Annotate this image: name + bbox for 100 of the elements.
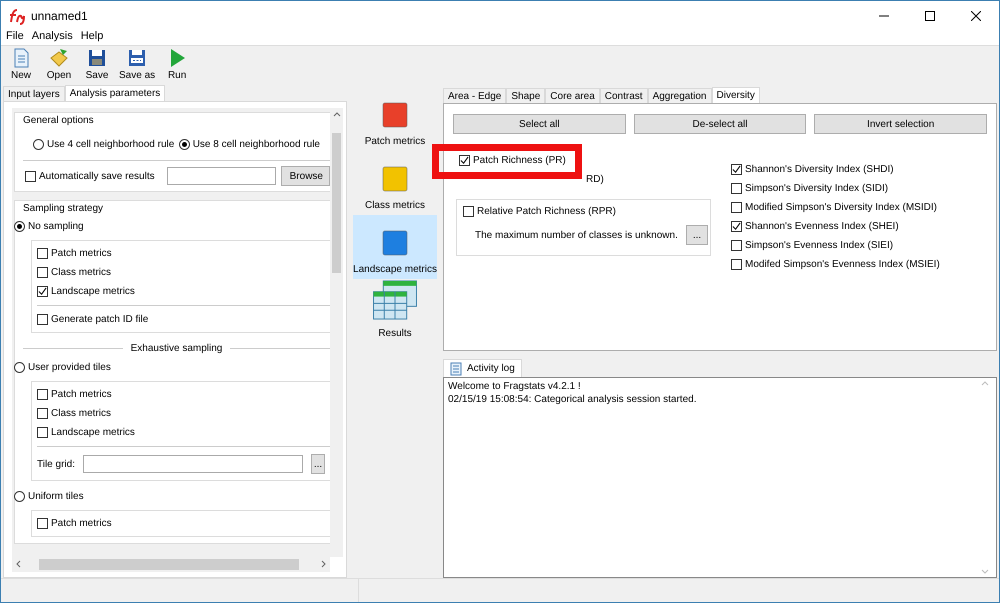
log-line: 02/15/19 15:08:54: Categorical analysis session started. <box>448 393 698 406</box>
tab[interactable]: Area - Edge <box>443 88 506 103</box>
log-line: Welcome to Fragstats v4.2.1 ! <box>448 380 582 393</box>
chevron-right-icon <box>320 560 327 568</box>
radio-button[interactable] <box>33 139 44 150</box>
checkbox-label: Generate patch ID file <box>51 314 148 325</box>
tab[interactable]: Input layers <box>3 86 65 101</box>
app-logo-icon <box>9 6 25 24</box>
checkbox[interactable] <box>25 170 36 182</box>
radio-label: Use 8 cell neighborhood rule <box>192 139 320 150</box>
radio-label: No sampling <box>28 221 84 232</box>
open-icon <box>49 48 69 68</box>
checkbox-label: Simpson's Diversity Index (SIDI) <box>745 183 888 194</box>
checkbox[interactable] <box>37 518 48 529</box>
chevron-up-icon <box>981 380 989 387</box>
checkbox[interactable] <box>459 155 470 166</box>
group-title: General options <box>22 114 95 128</box>
close-icon[interactable] <box>971 10 981 20</box>
tab-label: Activity log <box>467 363 515 374</box>
checkbox-label: Landscape metrics <box>51 427 135 438</box>
tab[interactable]: Activity log <box>443 359 522 377</box>
tab[interactable]: Shape <box>506 88 546 103</box>
checkbox[interactable] <box>37 286 48 297</box>
tab[interactable]: Contrast <box>600 88 648 103</box>
checkbox-label: Patch metrics <box>51 518 112 529</box>
radio-button[interactable] <box>14 491 25 502</box>
checkbox[interactable] <box>731 240 742 251</box>
radio-label: Use 4 cell neighborhood rule <box>47 139 174 150</box>
section-heading: Exhaustive sampling <box>130 343 222 354</box>
toolbar-button[interactable]: Run <box>161 48 194 82</box>
radio-button[interactable] <box>14 362 25 373</box>
checkbox[interactable] <box>37 408 48 419</box>
checkbox[interactable] <box>37 427 48 438</box>
browse-button[interactable]: ... <box>310 454 325 474</box>
toolbar-button[interactable]: Save <box>81 48 113 82</box>
horizontal-scrollbar[interactable] <box>12 557 330 572</box>
nav-item[interactable]: Class metrics <box>353 151 437 215</box>
nav-item[interactable]: Results <box>353 279 437 343</box>
radio-button[interactable] <box>14 221 25 232</box>
chevron-down-icon <box>981 568 989 575</box>
nav-item[interactable]: Landscape metrics <box>353 215 437 279</box>
document-icon <box>450 362 462 376</box>
toolbar-button[interactable]: Save as <box>119 48 156 82</box>
checkbox[interactable] <box>37 389 48 400</box>
checkbox-label: Patch metrics <box>51 389 112 400</box>
checkbox[interactable] <box>731 164 742 175</box>
window-title: unnamed1 <box>31 8 89 22</box>
tab[interactable]: Aggregation <box>648 88 712 103</box>
tab[interactable]: Diversity <box>712 87 760 103</box>
checkbox[interactable] <box>37 267 48 278</box>
selection-button[interactable]: Invert selection <box>814 114 988 134</box>
radio-label: Uniform tiles <box>28 491 84 502</box>
checkbox-label: Patch Richness (PR) <box>473 155 566 166</box>
square-icon <box>382 166 408 192</box>
chevron-up-icon <box>332 111 340 118</box>
tab[interactable]: Analysis parameters <box>64 85 166 101</box>
checkbox-label: Relative Patch Richness (RPR) <box>477 206 616 217</box>
checkbox-label: Landscape metrics <box>51 286 135 297</box>
tile-grid-field[interactable] <box>82 455 303 473</box>
checkbox[interactable] <box>463 206 474 217</box>
menu-item[interactable]: Analysis <box>32 30 73 45</box>
vertical-scrollbar[interactable] <box>330 108 343 557</box>
save-icon <box>87 48 107 68</box>
browse-button[interactable]: Browse <box>280 166 330 186</box>
toolbar-button[interactable]: New <box>5 48 37 82</box>
selection-button[interactable]: De-select all <box>634 114 806 134</box>
maximize-icon[interactable] <box>925 10 935 20</box>
checkbox-label: Shannon's Diversity Index (SHDI) <box>745 164 894 175</box>
group-title: Sampling strategy <box>22 202 104 216</box>
toolbar-button[interactable]: Open <box>43 48 75 82</box>
browse-button[interactable]: ... <box>686 225 708 245</box>
checkbox-label: Automatically save results <box>39 170 155 182</box>
note-text: The maximum number of classes is unknown. <box>475 230 678 240</box>
tab[interactable]: Core area <box>545 88 600 103</box>
checkbox-label: Shannon's Evenness Index (SHEI) <box>745 221 899 232</box>
radio-button[interactable] <box>178 139 190 150</box>
checkbox-label: Class metrics <box>51 267 112 278</box>
selection-button[interactable]: Select all <box>453 114 626 134</box>
field-label: Tile grid: <box>37 458 75 470</box>
checkbox-label: Modified Simpson's Diversity Index (MSIDI) <box>745 202 937 213</box>
checkbox[interactable] <box>731 202 742 213</box>
checkbox-label: Simpson's Evenness Index (SIEI) <box>745 240 894 251</box>
scrollbar-thumb[interactable] <box>332 133 341 273</box>
menu-item[interactable]: File <box>6 30 24 45</box>
checkbox[interactable] <box>37 248 48 259</box>
checkbox-label: RD) <box>586 174 604 185</box>
saveas-icon <box>127 48 148 68</box>
scrollbar-thumb[interactable] <box>39 559 299 570</box>
checkbox-label: Class metrics <box>51 408 112 419</box>
checkbox-label: Modifed Simpson's Evenness Index (MSIEI) <box>745 259 940 270</box>
chevron-left-icon <box>15 560 22 568</box>
radio-label: User provided tiles <box>28 362 111 373</box>
nav-item[interactable]: Patch metrics <box>353 87 437 151</box>
square-icon <box>382 102 408 128</box>
checkbox[interactable] <box>731 183 742 194</box>
menu-item[interactable]: Help <box>80 30 104 45</box>
checkbox[interactable] <box>731 221 742 232</box>
checkbox[interactable] <box>37 314 48 325</box>
path-field[interactable] <box>166 167 276 185</box>
checkbox[interactable] <box>731 259 742 270</box>
